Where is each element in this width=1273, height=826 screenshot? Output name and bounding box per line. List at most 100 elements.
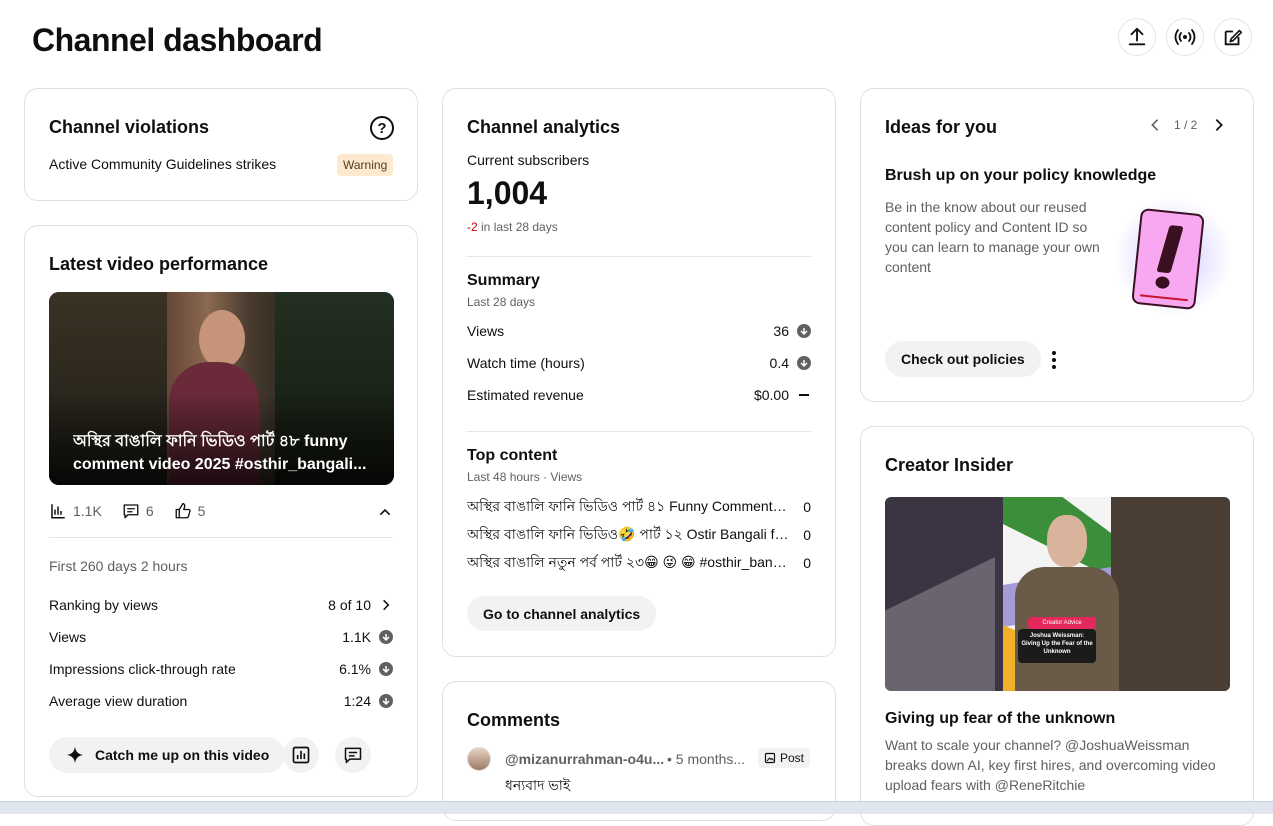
subs-change-suffix: in last 28 days (481, 220, 558, 234)
strikes-label: Active Community Guidelines strikes (49, 156, 277, 172)
summary-views: Views 36 (467, 320, 811, 342)
video-title: অস্থির বাঙালি ফানি ভিডিও পার্ট ৪৮ funny … (73, 433, 367, 473)
top-content-title-text: অস্থির বাঙালি ফানি ভিডিও🤣 পার্ট ১২ Ostir… (467, 526, 789, 542)
violations-title: Channel violations (49, 117, 210, 137)
top-content-item[interactable]: অস্থির বাঙালি ফানি ভিডিও🤣 পার্ট ১২ Ostir… (467, 525, 811, 545)
bar-chart-icon (51, 504, 65, 519)
comment-author[interactable]: @mizanurrahman-o4u... (505, 751, 664, 767)
thumb-tag: Creator Advice (1028, 617, 1096, 629)
latest-video-title: Latest video performance (49, 254, 269, 274)
chevron-up-icon[interactable] (377, 504, 393, 520)
period-label: First 260 days 2 hours (49, 558, 188, 574)
thumb-caption: Joshua Weissman: Giving Up the Fear of t… (1018, 629, 1096, 663)
top-content-title-text: অস্থির বাঙালি নতুন পর্ব পার্ট ২৩😁 😜 😁 #o… (467, 554, 789, 570)
summary-revenue: Estimated revenue $0.00 (467, 384, 811, 406)
edit-icon (1224, 29, 1243, 46)
metric-avd: Average view duration 1:24 (49, 690, 393, 712)
analytics-title: Channel analytics (467, 117, 621, 137)
metric-value: 1.1K (342, 629, 371, 645)
progress-line (1139, 294, 1188, 302)
divider (49, 537, 393, 538)
sparkle-icon (66, 746, 84, 764)
upload-button[interactable] (1118, 18, 1156, 56)
arrow-down-icon (379, 662, 393, 676)
subs-change-line: -2 in last 28 days (467, 220, 558, 234)
like-icon (175, 502, 191, 519)
insider-body: Want to scale your channel? @JoshuaWeiss… (885, 737, 1216, 793)
summary-watch-time: Watch time (hours) 0.4 (467, 352, 811, 374)
thumb-face (1047, 515, 1087, 567)
ideas-body: Be in the know about our reused content … (885, 199, 1100, 275)
metric-ranking[interactable]: Ranking by views 8 of 10 (49, 594, 393, 616)
metric-value: 8 of 10 (328, 597, 371, 613)
comments-card: Comments @mizanurrahman-o4u... • 5 month… (442, 681, 836, 821)
more-vert-icon[interactable] (1052, 351, 1056, 369)
summary-value: 0.4 (769, 355, 789, 371)
arrow-down-icon (797, 356, 811, 370)
ideas-card: Ideas for you 1 / 2 Brush up on your pol… (860, 88, 1254, 402)
thumb-shape (885, 557, 995, 691)
image-icon (764, 752, 776, 764)
metric-label: Average view duration (49, 693, 188, 709)
latest-video-card: Latest video performance অস্থির বাঙালি ফ… (24, 225, 418, 797)
channel-violations-card: Channel violations ? Active Community Gu… (24, 88, 418, 201)
insider-thumbnail[interactable]: Creator Advice Joshua Weissman: Giving U… (885, 497, 1230, 691)
taskbar-strip (0, 801, 1273, 814)
post-tag-label: Post (780, 751, 805, 765)
go-to-analytics-button[interactable]: Go to channel analytics (467, 596, 657, 631)
page-title: Channel dashboard (32, 22, 323, 58)
catch-up-label: Catch me up on this video (95, 747, 270, 763)
chevron-right-icon[interactable] (1211, 117, 1227, 133)
top-content-value: 0 (803, 527, 811, 543)
video-analytics-button[interactable] (283, 737, 319, 773)
ideas-pager: 1 / 2 (1174, 118, 1198, 132)
channel-analytics-card: Channel analytics Current subscribers 1,… (442, 88, 836, 657)
chevron-left-icon[interactable] (1147, 117, 1163, 133)
metric-label: Impressions click-through rate (49, 661, 236, 677)
summary-period: Last 28 days (467, 295, 536, 309)
avatar[interactable] (467, 747, 491, 771)
check-policies-button[interactable]: Check out policies (885, 341, 1041, 377)
upload-icon (1128, 27, 1146, 46)
help-icon[interactable]: ? (370, 116, 394, 140)
divider (467, 431, 811, 432)
top-content-item[interactable]: অস্থির বাঙালি নতুন পর্ব পার্ট ২৩😁 😜 😁 #o… (467, 553, 811, 573)
video-stats: 1.1K 6 5 (49, 502, 205, 520)
go-live-button[interactable] (1166, 18, 1204, 56)
exclamation-bar (1156, 225, 1184, 274)
subs-value: 1,004 (467, 175, 548, 211)
subs-label: Current subscribers (467, 152, 590, 168)
arrow-down-icon (379, 630, 393, 644)
metric-value: 6.1% (339, 661, 371, 677)
page-header: Channel dashboard (0, 0, 1273, 80)
creator-insider-card: Creator Insider Creator Advice Joshua We… (860, 426, 1254, 826)
exclamation-dot (1154, 275, 1171, 290)
analytics-icon (292, 746, 310, 764)
insider-title: Creator Insider (885, 455, 1014, 475)
likes-stat: 5 (197, 503, 206, 519)
top-content-title: Top content (467, 447, 558, 464)
summary-label: Estimated revenue (467, 387, 584, 403)
comments-stat: 6 (145, 503, 154, 519)
top-content-period: Last 48 hours · Views (467, 470, 583, 484)
comment-text: ধন্যবাদ ভাই (505, 777, 571, 793)
views-stat: 1.1K (73, 503, 102, 519)
live-icon (1174, 29, 1196, 45)
arrow-down-icon (797, 324, 811, 338)
dash-icon (799, 394, 809, 396)
thumb-right (1111, 497, 1230, 691)
thumbnail-face (199, 310, 245, 368)
divider (467, 256, 811, 257)
video-comments-button[interactable] (335, 737, 371, 773)
comment-icon (344, 747, 362, 764)
catch-up-button[interactable]: Catch me up on this video (49, 737, 286, 773)
video-thumbnail[interactable]: অস্থির বাঙালি ফানি ভিডিও পার্ট ৪৮ funny … (49, 292, 394, 485)
top-content-title-text: অস্থির বাঙালি ফানি ভিডিও পার্ট ৪১ Funny … (467, 498, 789, 514)
metric-label: Views (49, 629, 87, 645)
top-content-value: 0 (803, 499, 811, 515)
create-post-button[interactable] (1214, 18, 1252, 56)
insider-video-title[interactable]: Giving up fear of the unknown (885, 710, 1115, 728)
top-content-item[interactable]: অস্থির বাঙালি ফানি ভিডিও পার্ট ৪১ Funny … (467, 497, 811, 517)
metric-value: 1:24 (343, 693, 371, 709)
policy-illustration (1131, 207, 1205, 311)
